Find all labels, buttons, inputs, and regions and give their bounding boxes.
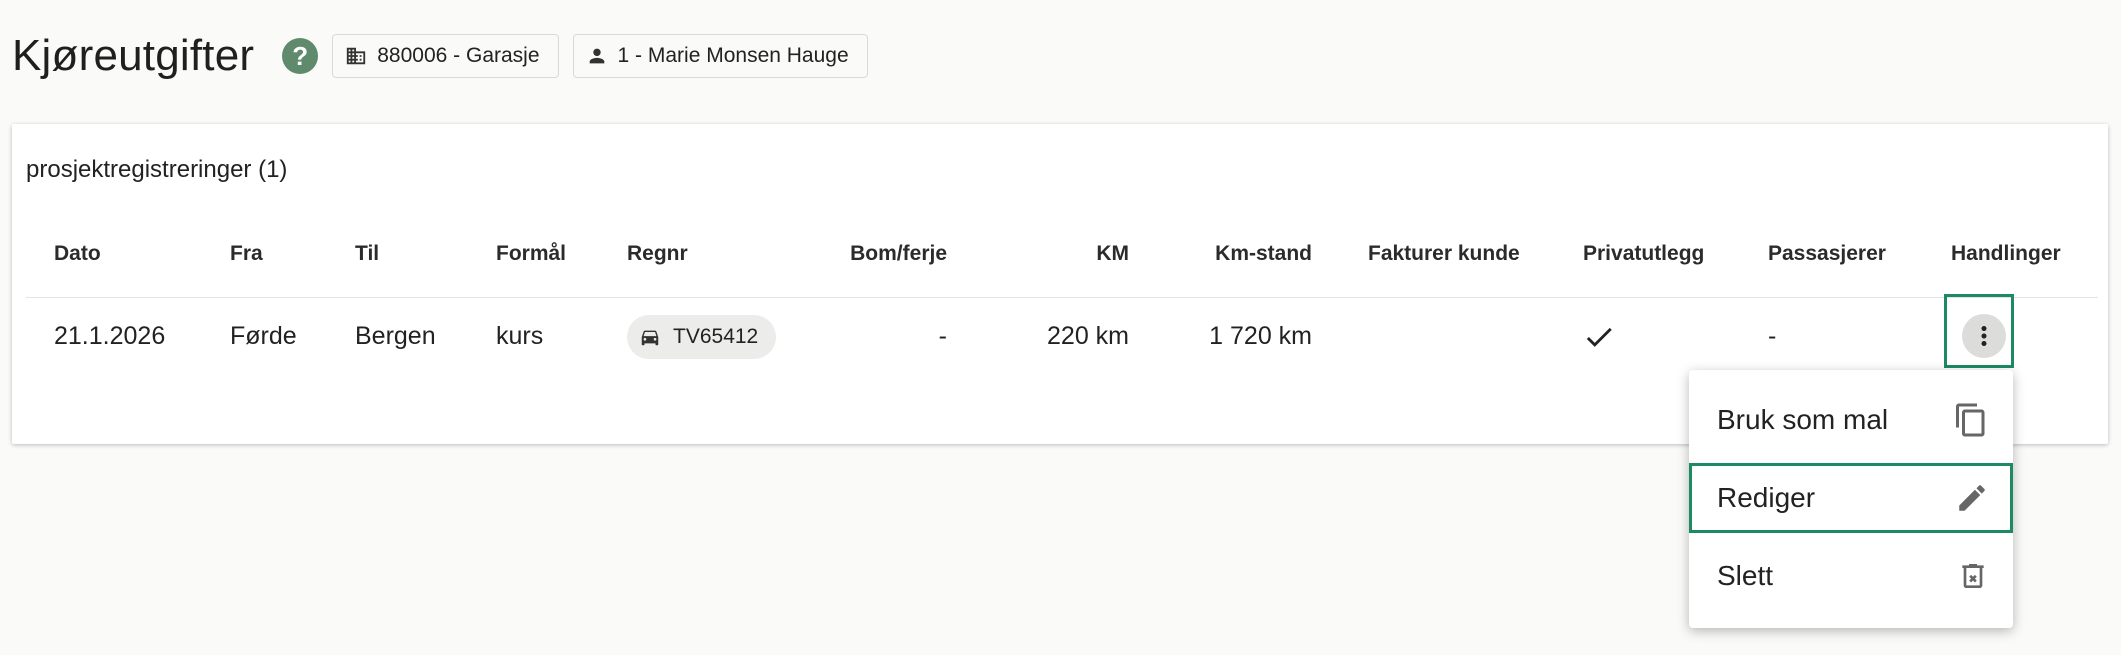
employee-chip-label: 1 - Marie Monsen Hauge <box>617 44 849 67</box>
cell-dato: 21.1.2026 <box>54 322 166 350</box>
cell-km: 220 km <box>1047 322 1129 350</box>
actions-menu: Bruk som mal Rediger Slett <box>1689 370 2013 628</box>
column-header-regnr: Regnr <box>627 242 688 265</box>
privatutlegg-check-icon <box>1582 320 1616 361</box>
menu-item-rediger[interactable]: Rediger <box>1689 463 2013 533</box>
department-chip-label: 880006 - Garasje <box>377 44 540 67</box>
cell-til: Bergen <box>355 322 436 350</box>
menu-item-label: Slett <box>1717 560 1774 591</box>
more-vertical-icon <box>1981 326 1987 346</box>
header-divider <box>26 297 2098 298</box>
pencil-icon <box>1959 485 1985 511</box>
building-icon <box>347 47 366 65</box>
cell-km-stand: 1 720 km <box>1209 322 1312 350</box>
cell-bom-ferje: - <box>938 322 947 350</box>
cell-fra: Førde <box>230 322 297 350</box>
column-header-handlinger: Handlinger <box>1951 242 2061 265</box>
more-actions-button[interactable] <box>1962 314 2006 358</box>
column-header-formal: Formål <box>496 242 567 265</box>
cell-formal: kurs <box>496 322 544 350</box>
copy-icon <box>1956 403 1985 437</box>
column-header-dato: Dato <box>54 242 101 265</box>
column-header-bom-ferje: Bom/ferje <box>850 242 947 265</box>
menu-item-label: Rediger <box>1717 482 1816 513</box>
car-icon <box>641 330 659 346</box>
menu-item-bruk-som-mal[interactable]: Bruk som mal <box>1689 385 2013 455</box>
regnr-chip: TV65412 <box>627 315 777 359</box>
person-icon <box>589 48 604 64</box>
page-title: Kjøreutgifter <box>12 31 255 80</box>
column-header-passasjerer: Passasjerer <box>1768 242 1886 265</box>
menu-item-slett[interactable]: Slett <box>1689 541 2013 611</box>
regnr-label: TV65412 <box>673 325 759 348</box>
help-icon[interactable]: ? <box>282 38 319 74</box>
column-header-km: KM <box>1096 242 1129 265</box>
column-header-til: Til <box>355 242 380 265</box>
column-header-privatutlegg: Privatutlegg <box>1583 242 1705 265</box>
column-header-km-stand: Km-stand <box>1215 242 1312 265</box>
card-title: prosjektregistreringer (1) <box>26 156 288 183</box>
department-chip[interactable]: 880006 - Garasje <box>332 34 559 78</box>
cell-passasjerer: - <box>1768 322 1777 350</box>
menu-item-label: Bruk som mal <box>1717 404 1889 435</box>
employee-chip[interactable]: 1 - Marie Monsen Hauge <box>572 34 868 78</box>
trash-icon <box>1962 564 1984 588</box>
column-header-fra: Fra <box>230 242 263 265</box>
page-header: Kjøreutgifter ? 880006 - Garasje 1 - Mar… <box>12 26 868 86</box>
column-header-fakturer-kunde: Fakturer kunde <box>1368 242 1520 265</box>
